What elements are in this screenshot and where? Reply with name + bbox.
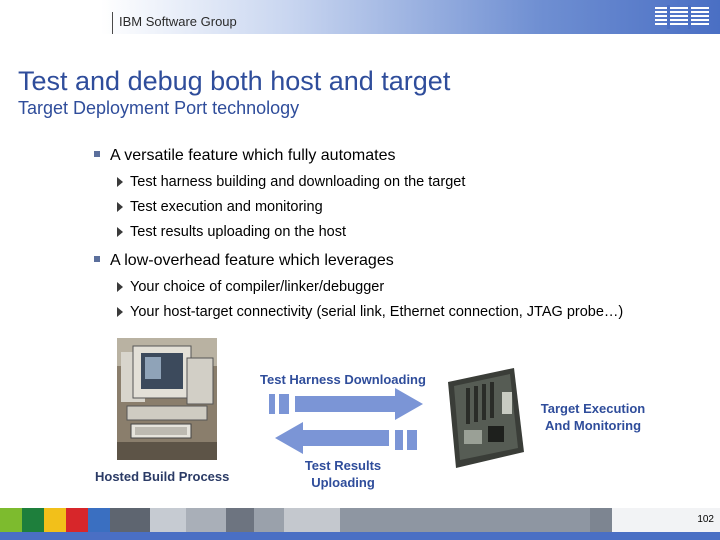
triangle-bullet-icon <box>117 177 123 187</box>
triangle-bullet-icon <box>117 227 123 237</box>
arrow-tail-block <box>279 394 289 414</box>
header-group-label: IBM Software Group <box>119 14 237 29</box>
sub-bullet-item: Your host-target connectivity (serial li… <box>117 304 623 320</box>
ibm-logo-icon <box>655 5 709 29</box>
host-computer-photo <box>117 338 217 460</box>
square-bullet-icon <box>94 151 100 157</box>
execution-label-line1: Target Execution <box>540 401 646 416</box>
arrow-tail-block <box>269 394 275 414</box>
bullet-text: A low-overhead feature which leverages <box>110 252 394 269</box>
downloading-label: Test Harness Downloading <box>260 372 426 387</box>
slide-title: Test and debug both host and target <box>18 66 451 96</box>
sub-bullet-item: Your choice of compiler/linker/debugger <box>117 279 384 295</box>
header-band <box>0 0 720 34</box>
triangle-bullet-icon <box>117 282 123 292</box>
triangle-bullet-icon <box>117 307 123 317</box>
slide-subtitle: Target Deployment Port technology <box>18 98 300 118</box>
footer-base-bar <box>0 532 720 540</box>
transfer-arrows <box>269 388 423 454</box>
results-label-line2: Uploading <box>311 475 375 490</box>
sub-bullet-item: Test results uploading on the host <box>117 224 346 240</box>
bullet-item: A low-overhead feature which leverages <box>94 252 394 270</box>
square-bullet-icon <box>94 256 100 262</box>
sub-bullet-text: Your host-target connectivity (serial li… <box>130 304 624 320</box>
bullet-item: A versatile feature which fully automate… <box>94 147 395 165</box>
footer-decoration <box>0 508 720 532</box>
sub-bullet-item: Test harness building and downloading on… <box>117 174 465 190</box>
sub-bullet-text: Your choice of compiler/linker/debugger <box>130 279 385 295</box>
sub-bullet-item: Test execution and monitoring <box>117 199 323 215</box>
target-board-photo <box>448 368 524 468</box>
results-label-line1: Test Results <box>304 458 382 473</box>
triangle-bullet-icon <box>117 202 123 212</box>
sub-bullet-text: Test results uploading on the host <box>130 224 347 240</box>
bullet-text: A versatile feature which fully automate… <box>110 147 396 164</box>
arrow-tail-block <box>407 430 417 450</box>
execution-label-line2: And Monitoring <box>544 418 642 433</box>
sub-bullet-text: Test execution and monitoring <box>130 199 323 215</box>
sub-bullet-text: Test harness building and downloading on… <box>130 174 466 190</box>
host-build-label: Hosted Build Process <box>95 469 230 484</box>
arrow-tail-block <box>395 430 403 450</box>
page-number: 102 <box>697 514 714 525</box>
header-divider <box>112 12 113 34</box>
download-arrow-icon <box>295 388 423 420</box>
upload-arrow-icon <box>275 422 389 454</box>
